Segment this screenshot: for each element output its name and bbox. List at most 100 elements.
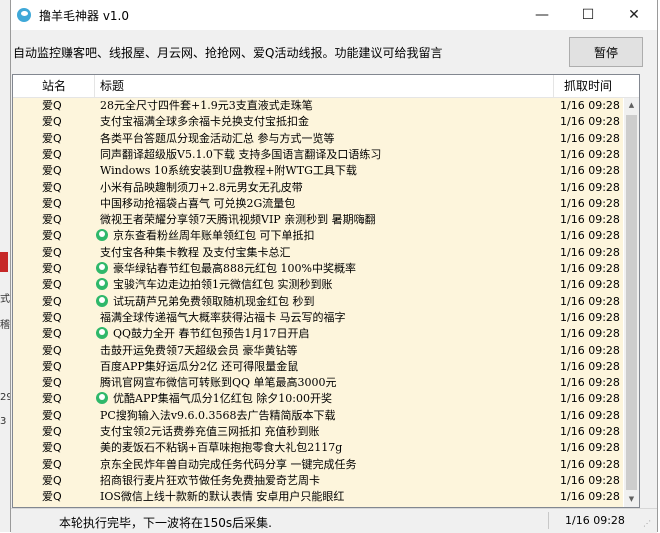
scroll-down-arrow[interactable]: ▼ xyxy=(624,492,639,507)
wechat-icon xyxy=(96,392,108,405)
app-window: 撸羊毛神器 v1.0 — ☐ ✕ 自动监控赚客吧、线报屋、月云网、抢抢网、爱Q活… xyxy=(10,0,658,533)
title-bar[interactable]: 撸羊毛神器 v1.0 — ☐ ✕ xyxy=(11,0,657,30)
list-rows: 爱Q 28元全尺寸四件套+1.9元3支直液式走珠笔 1/16 09:28 爱Q 支付宝福… xyxy=(13,98,623,507)
scroll-thumb[interactable] xyxy=(626,115,637,490)
notice-text: 自动监控赚客吧、线报屋、月云网、抢抢网、爱Q活动线报。功能建议可给我留言 xyxy=(13,46,443,60)
background-red-mark xyxy=(0,252,8,272)
list-item[interactable]: 爱Q 福满全球传递福气大概率获得沾福卡 马云写的福字 1/16 09:28 xyxy=(13,310,623,326)
scroll-up-arrow[interactable]: ▲ xyxy=(624,98,639,113)
list-item[interactable]: 爱Q 美的麦饭石不粘锅+百草味抱抱零食大礼包2117g 1/16 09:28 xyxy=(13,440,623,456)
list-item[interactable]: 爱Q 支付宝领2元话费券充值三网抵扣 充值秒到账 1/16 09:28 xyxy=(13,424,623,440)
row-site: 爱Q xyxy=(42,213,62,227)
row-site: 爱Q xyxy=(42,490,62,504)
row-title: 支付宝领2元话费券充值三网抵扣 充值秒到账 xyxy=(100,425,320,438)
row-site: 爱Q xyxy=(42,278,62,292)
wechat-icon xyxy=(96,294,108,307)
row-title: 福满全球传递福气大概率获得沾福卡 马云写的福字 xyxy=(100,310,346,324)
close-button[interactable]: ✕ xyxy=(611,0,657,30)
resize-grip-icon[interactable]: ⋰ xyxy=(643,519,653,529)
wechat-icon xyxy=(96,327,108,340)
row-title: 支付宝福满全球多余福卡兑换支付宝抵扣金 xyxy=(100,115,309,129)
status-time: 1/16 09:28 xyxy=(565,514,625,527)
list-item[interactable]: 爱Q 宝骏汽车边走边拍领1元微信红包 实测秒到账 1/16 09:28 xyxy=(13,277,623,293)
row-site: 爱Q xyxy=(42,376,62,390)
row-title: 京东查看粉丝周年账单领红包 可下单抵扣 xyxy=(113,229,315,243)
pause-button[interactable]: 暂停 xyxy=(569,37,643,67)
row-title: PC搜狗输入法v9.6.0.3568去广告精简版本下载 xyxy=(100,408,336,422)
list-item[interactable]: 爱Q 28元全尺寸四件套+1.9元3支直液式走珠笔 1/16 09:28 xyxy=(13,98,623,114)
row-title: 同声翻译超级版V5.1.0下载 支持多国语言翻译及口语练习 xyxy=(100,147,382,161)
list-item[interactable]: 爱Q 百度APP集好运瓜分2亿 还可得限量金鼠 1/16 09:28 xyxy=(13,359,623,375)
row-time: 1/16 09:28 xyxy=(560,262,620,275)
list-item[interactable]: 爱Q 试玩葫芦兄弟免费领取随机现金红包 秒到 1/16 09:28 xyxy=(13,294,623,310)
list-item[interactable]: 爱Q IOS微信上线十款新的默认表情 安卓用户只能眼红 1/16 09:28 xyxy=(13,489,623,505)
background-text-fragment: 式 xyxy=(0,294,10,305)
list-item[interactable]: 爱Q 击鼓开运免费领7天超级会员 豪华黄钻等 1/16 09:28 xyxy=(13,343,623,359)
row-site: 爱Q xyxy=(42,441,62,455)
row-title: 试玩葫芦兄弟免费领取随机现金红包 秒到 xyxy=(113,294,315,308)
list-item[interactable]: 爱Q 支付宝各种集卡教程 及支付宝集卡总汇 1/16 09:28 xyxy=(13,245,623,261)
row-site: 爱Q xyxy=(42,359,62,373)
list-item[interactable]: 爱Q 微视王者荣耀分享领7天腾讯视频VIP 亲测秒到 暑期嗨翻 1/16 09:28 xyxy=(13,212,623,228)
row-time: 1/16 09:28 xyxy=(560,473,620,487)
list-item[interactable]: 爱Q 豪华绿钻春节红包最高888元红包 100%中奖概率 1/16 09:28 xyxy=(13,261,623,277)
wechat-icon xyxy=(96,262,108,274)
list-item[interactable]: 爱Q 腾讯官网宣布微信可转账到QQ 单笔最高3000元 1/16 09:28 xyxy=(13,375,623,391)
list-item[interactable]: 爱Q 京东查看粉丝周年账单领红包 可下单抵扣 1/16 09:28 xyxy=(13,228,623,244)
vertical-scrollbar[interactable]: ▲ ▼ xyxy=(624,98,639,507)
row-title: 小米有品映趣制须刀+2.8元男女无孔皮带 xyxy=(100,180,303,194)
list-item[interactable]: 爱Q 京东全民炸年兽自动完成任务代码分享 一键完成任务 1/16 09:28 xyxy=(13,457,623,473)
column-divider[interactable] xyxy=(94,75,95,97)
row-site: 爱Q xyxy=(42,131,62,145)
row-site: 爱Q xyxy=(42,147,62,161)
status-divider xyxy=(548,512,549,529)
background-text-fragment: 29 xyxy=(0,392,10,403)
list-item[interactable]: 爱Q 招商银行麦片狂欢节做任务免费抽爱奇艺周卡 1/16 09:28 xyxy=(13,473,623,489)
list-item[interactable]: 爱Q 各类平台答题瓜分现金活动汇总 参与方式一览等 1/16 09:28 xyxy=(13,131,623,147)
row-title: IOS微信上线十款新的默认表情 安卓用户只能眼红 xyxy=(100,490,345,504)
row-site: 爱Q xyxy=(42,180,62,194)
list-header: 站名 标题 抓取时间 xyxy=(13,75,639,98)
column-header-time[interactable]: 抓取时间 xyxy=(564,75,612,97)
row-site: 爱Q xyxy=(42,457,62,471)
list-item[interactable]: 爱Q PC搜狗输入法v9.6.0.3568去广告精简版本下载 1/16 09:28 xyxy=(13,408,623,424)
maximize-button[interactable]: ☐ xyxy=(565,0,611,30)
list-item[interactable]: 爱Q QQ鼓力全开 春节红包预告1月17日开启 1/16 09:28 xyxy=(13,326,623,342)
row-title: Windows 10系统安装到U盘教程+附WTG工具下载 xyxy=(100,164,357,178)
row-site: 爱Q xyxy=(42,507,62,508)
row-title: 28元全尺寸四件套+1.9元3支直液式走珠笔 xyxy=(100,99,313,112)
row-time: 1/16 09:28 xyxy=(560,327,620,341)
row-site: 爱Q xyxy=(42,245,62,259)
row-time: 1/16 09:28 xyxy=(560,164,620,178)
list-item[interactable]: 爱Q 优酷APP集福气瓜分1亿红包 除夕10:00开奖 1/16 09:28 xyxy=(13,391,623,407)
row-time: 1/16 09:28 xyxy=(560,278,620,292)
row-title: 微视王者荣耀分享领7天腾讯视频VIP 亲测秒到 暑期嗨翻 xyxy=(100,213,376,227)
column-header-site[interactable]: 站名 xyxy=(42,75,66,97)
row-site: 爱Q xyxy=(42,294,62,308)
row-title: 美的麦饭石不粘锅+百草味抱抱零食大礼包2117g xyxy=(100,441,343,455)
list-item[interactable]: 爱Q xyxy=(13,506,623,508)
minimize-button[interactable]: — xyxy=(519,0,565,30)
list-item[interactable]: 爱Q 中国移动抢福袋占喜气 可兑换2G流量包 1/16 09:28 xyxy=(13,196,623,212)
row-time: 1/16 09:28 xyxy=(560,99,620,112)
list-item[interactable]: 爱Q 同声翻译超级版V5.1.0下载 支持多国语言翻译及口语练习 1/16 09:2… xyxy=(13,147,623,163)
row-site: 爱Q xyxy=(42,327,62,341)
row-time: 1/16 09:28 xyxy=(560,180,620,194)
list-item[interactable]: 爱Q Windows 10系统安装到U盘教程+附WTG工具下载 1/16 09:28 xyxy=(13,163,623,179)
row-title: 中国移动抢福袋占喜气 可兑换2G流量包 xyxy=(100,196,296,210)
wechat-icon xyxy=(96,506,108,507)
column-header-title[interactable]: 标题 xyxy=(100,75,124,97)
column-divider[interactable] xyxy=(553,75,554,97)
row-time: 1/16 09:28 xyxy=(560,294,620,308)
row-site: 爱Q xyxy=(42,473,62,487)
deals-list[interactable]: 站名 标题 抓取时间 爱Q 28元全尺寸四件套+1.9元3支直液式走珠笔 1/16 … xyxy=(12,74,640,508)
row-title: 腾讯官网宣布微信可转账到QQ 单笔最高3000元 xyxy=(100,376,337,390)
row-site: 爱Q xyxy=(42,196,62,210)
row-title: QQ鼓力全开 春节红包预告1月17日开启 xyxy=(113,327,310,341)
row-time: 1/16 09:28 xyxy=(560,131,620,145)
row-time: 1/16 09:28 xyxy=(560,441,620,455)
list-item[interactable]: 爱Q 支付宝福满全球多余福卡兑换支付宝抵扣金 1/16 09:28 xyxy=(13,114,623,130)
wechat-icon xyxy=(96,278,108,291)
list-item[interactable]: 爱Q 小米有品映趣制须刀+2.8元男女无孔皮带 1/16 09:28 xyxy=(13,180,623,196)
row-title: 招商银行麦片狂欢节做任务免费抽爱奇艺周卡 xyxy=(100,473,320,487)
